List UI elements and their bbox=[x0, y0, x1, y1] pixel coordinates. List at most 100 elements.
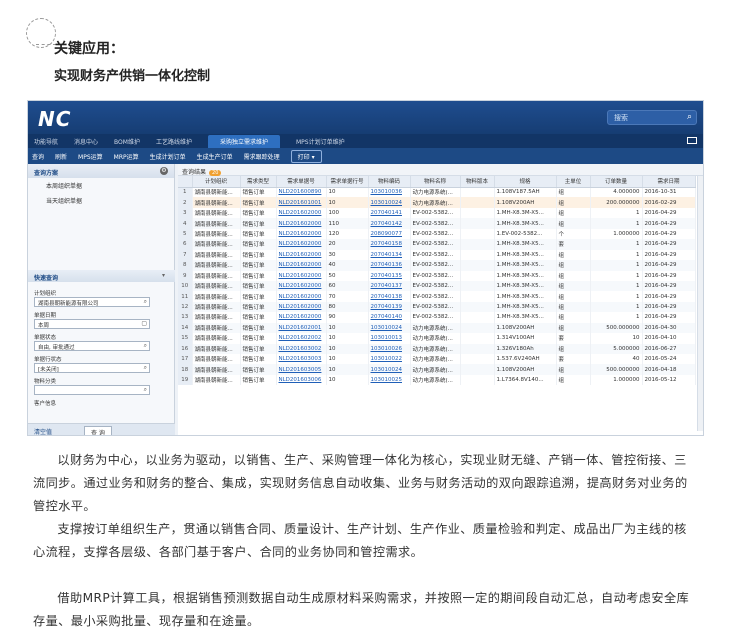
nav-tab-6[interactable]: MPS计划订单维护 bbox=[296, 137, 345, 146]
table-cell[interactable]: NLD201602002 bbox=[276, 333, 327, 344]
column-header[interactable]: 订单数量 bbox=[590, 176, 643, 188]
table-cell[interactable]: NLD201603003 bbox=[276, 354, 327, 365]
table-cell[interactable]: NLD201602000 bbox=[276, 301, 327, 313]
table-cell[interactable]: 207040140 bbox=[368, 312, 411, 323]
column-header[interactable]: 需求单据行号 bbox=[326, 176, 369, 188]
toolbar-button-4[interactable]: MRP运算 bbox=[114, 152, 139, 161]
nav-tab-2[interactable]: 消息中心 bbox=[74, 137, 98, 146]
nav-tab-5[interactable]: 采购独立需求维护 bbox=[207, 134, 280, 148]
column-header[interactable]: 需求单据号 bbox=[276, 176, 327, 188]
table-cell[interactable]: 103010036 bbox=[368, 187, 411, 198]
table-row[interactable]: 15 湖南县朝新能... 销售订单 NLD201602002 10 103010013 动力… bbox=[178, 333, 696, 344]
column-header[interactable]: 计划组织 bbox=[192, 176, 241, 188]
nav-tab-1[interactable]: 功能导航 bbox=[34, 137, 58, 146]
nav-tab-3[interactable]: BOM维护 bbox=[114, 137, 140, 146]
table-cell[interactable]: 207040139 bbox=[368, 301, 411, 313]
table-cell[interactable]: NLD201603006 bbox=[276, 374, 327, 386]
table-cell[interactable]: 207040134 bbox=[368, 249, 411, 261]
column-header[interactable]: 需求类型 bbox=[240, 176, 277, 188]
table-row[interactable]: 18 湖南县朝新能... 销售订单 NLD201603005 10 103010024 动力… bbox=[178, 364, 696, 375]
table-cell[interactable]: NLD201602000 bbox=[276, 280, 327, 292]
table-cell[interactable]: NLD201602000 bbox=[276, 207, 327, 219]
table-cell[interactable]: 208090077 bbox=[368, 228, 411, 240]
table-row[interactable]: 2 湖南县朝新能... 销售订单 NLD201601001 10 103010024 动力电… bbox=[178, 197, 696, 208]
table-row[interactable]: 8 湖南县朝新能... 销售订单 NLD201602000 40 207040136 EV-… bbox=[178, 260, 696, 271]
vertical-scrollbar[interactable] bbox=[697, 176, 703, 431]
global-search-input[interactable]: 搜索 ⌕ bbox=[607, 110, 697, 125]
table-cell[interactable]: 103010024 bbox=[368, 322, 411, 334]
table-row[interactable]: 1 湖南县朝新能... 销售订单 NLD201600890 10 103010036 动力电… bbox=[178, 187, 696, 198]
column-header[interactable]: 主单位 bbox=[556, 176, 591, 188]
plan-item[interactable]: 当天组织单据 bbox=[28, 193, 174, 208]
toolbar-button-5[interactable]: 生成计划订单 bbox=[150, 152, 186, 161]
column-header[interactable] bbox=[178, 176, 193, 188]
search-icon[interactable]: ⌕ bbox=[144, 298, 147, 306]
table-row[interactable]: 14 湖南县朝新能... 销售订单 NLD201602001 10 103010024 动力… bbox=[178, 322, 696, 334]
column-header[interactable]: 需求日期 bbox=[642, 176, 696, 188]
toolbar-button-2[interactable]: 刷新 bbox=[55, 152, 67, 161]
table-cell[interactable]: NLD201602000 bbox=[276, 291, 327, 302]
table-cell[interactable]: NLD201602001 bbox=[276, 322, 327, 334]
clear-values-link[interactable]: 清空值 bbox=[34, 427, 52, 435]
field-input[interactable]: 自由, 审批通过 ⌕ bbox=[34, 341, 150, 351]
table-cell[interactable]: 103010025 bbox=[368, 374, 411, 386]
column-header[interactable]: 物料版本 bbox=[460, 176, 495, 188]
toolbar-button-8[interactable]: 打印 ▾ bbox=[290, 149, 322, 163]
field-input[interactable]: 本周 ▢ bbox=[34, 319, 150, 329]
search-icon[interactable]: ⌕ bbox=[687, 112, 692, 122]
table-row[interactable]: 11 湖南县朝新能... 销售订单 NLD201602000 70 207040138 EV… bbox=[178, 291, 696, 302]
table-row[interactable]: 9 湖南县朝新能... 销售订单 NLD201602000 50 207040135 EV-… bbox=[178, 270, 696, 281]
field-input[interactable]: 湖南县朝新能源有限公司 ⌕ bbox=[34, 297, 150, 307]
table-cell[interactable]: 103010026 bbox=[368, 343, 411, 354]
field-input[interactable]: ⌕ bbox=[34, 385, 150, 395]
table-row[interactable]: 13 湖南县朝新能... 销售订单 NLD201602000 90 207040140 EV… bbox=[178, 312, 696, 323]
plan-item[interactable]: 本周组织单据 bbox=[28, 178, 174, 193]
calendar-icon[interactable]: ▢ bbox=[141, 320, 147, 327]
settings-icon[interactable]: ⚙ bbox=[160, 167, 168, 175]
table-row[interactable]: 10 湖南县朝新能... 销售订单 NLD201602000 60 207040137 EV… bbox=[178, 280, 696, 292]
table-cell[interactable]: 207040137 bbox=[368, 280, 411, 292]
search-icon[interactable]: ⌕ bbox=[144, 364, 147, 372]
query-button[interactable]: 查 询 bbox=[84, 426, 112, 435]
table-cell[interactable]: NLD201602000 bbox=[276, 249, 327, 261]
table-row[interactable]: 17 湖南县朝新能... 销售订单 NLD201603003 10 103010022 动力… bbox=[178, 354, 696, 365]
table-cell[interactable]: NLD201602000 bbox=[276, 228, 327, 240]
table-cell[interactable]: 207040158 bbox=[368, 239, 411, 250]
table-row[interactable]: 7 湖南县朝新能... 销售订单 NLD201602000 30 207040134 EV-… bbox=[178, 249, 696, 261]
table-cell[interactable]: NLD201602000 bbox=[276, 260, 327, 271]
table-cell[interactable]: 207040136 bbox=[368, 260, 411, 271]
table-row[interactable]: 6 湖南县朝新能... 销售订单 NLD201602000 20 207040158 EV-… bbox=[178, 239, 696, 250]
table-cell[interactable]: 207040135 bbox=[368, 270, 411, 281]
toolbar-button-6[interactable]: 生成生产订单 bbox=[197, 152, 233, 161]
table-cell[interactable]: 207040141 bbox=[368, 207, 411, 219]
table-row[interactable]: 12 湖南县朝新能... 销售订单 NLD201602000 80 207040139 EV… bbox=[178, 301, 696, 313]
window-icon[interactable] bbox=[687, 137, 697, 144]
table-row[interactable]: 4 湖南县朝新能... 销售订单 NLD201602000 110 207040142 EV… bbox=[178, 218, 696, 229]
table-row[interactable]: 19 湖南县朝新能... 销售订单 NLD201603006 10 103010025 动力… bbox=[178, 374, 696, 386]
table-cell[interactable]: NLD201603002 bbox=[276, 343, 327, 354]
table-cell[interactable]: NLD201602000 bbox=[276, 218, 327, 229]
table-cell[interactable]: 103010013 bbox=[368, 333, 411, 344]
table-row[interactable]: 5 湖南县朝新能... 销售订单 NLD201602000 120 208090077 EV… bbox=[178, 228, 696, 240]
column-header[interactable]: 物料名称 bbox=[410, 176, 461, 188]
table-row[interactable]: 16 湖南县朝新能... 销售订单 NLD201603002 10 103010026 动力… bbox=[178, 343, 696, 354]
table-cell[interactable]: NLD201602000 bbox=[276, 312, 327, 323]
toolbar-button-7[interactable]: 需求跟踪处理 bbox=[244, 152, 280, 161]
search-icon[interactable]: ⌕ bbox=[144, 342, 147, 350]
table-cell[interactable]: NLD201602000 bbox=[276, 239, 327, 250]
chevron-down-icon[interactable]: ▾ bbox=[162, 272, 165, 279]
search-icon[interactable]: ⌕ bbox=[144, 386, 147, 394]
table-cell[interactable]: NLD201600890 bbox=[276, 187, 327, 198]
table-cell[interactable]: 103010022 bbox=[368, 354, 411, 365]
table-row[interactable]: 3 湖南县朝新能... 销售订单 NLD201602000 100 207040141 EV… bbox=[178, 207, 696, 219]
toolbar-button-1[interactable]: 查询 bbox=[32, 152, 44, 161]
column-header[interactable]: 规格 bbox=[494, 176, 557, 188]
table-cell[interactable]: NLD201601001 bbox=[276, 197, 327, 208]
table-cell[interactable]: 103010024 bbox=[368, 197, 411, 208]
table-cell[interactable]: 103010024 bbox=[368, 364, 411, 375]
table-cell[interactable]: NLD201603005 bbox=[276, 364, 327, 375]
nav-tab-4[interactable]: 工艺路线维护 bbox=[156, 137, 192, 146]
table-cell[interactable]: 207040142 bbox=[368, 218, 411, 229]
table-cell[interactable]: 207040138 bbox=[368, 291, 411, 302]
table-cell[interactable]: NLD201602000 bbox=[276, 270, 327, 281]
